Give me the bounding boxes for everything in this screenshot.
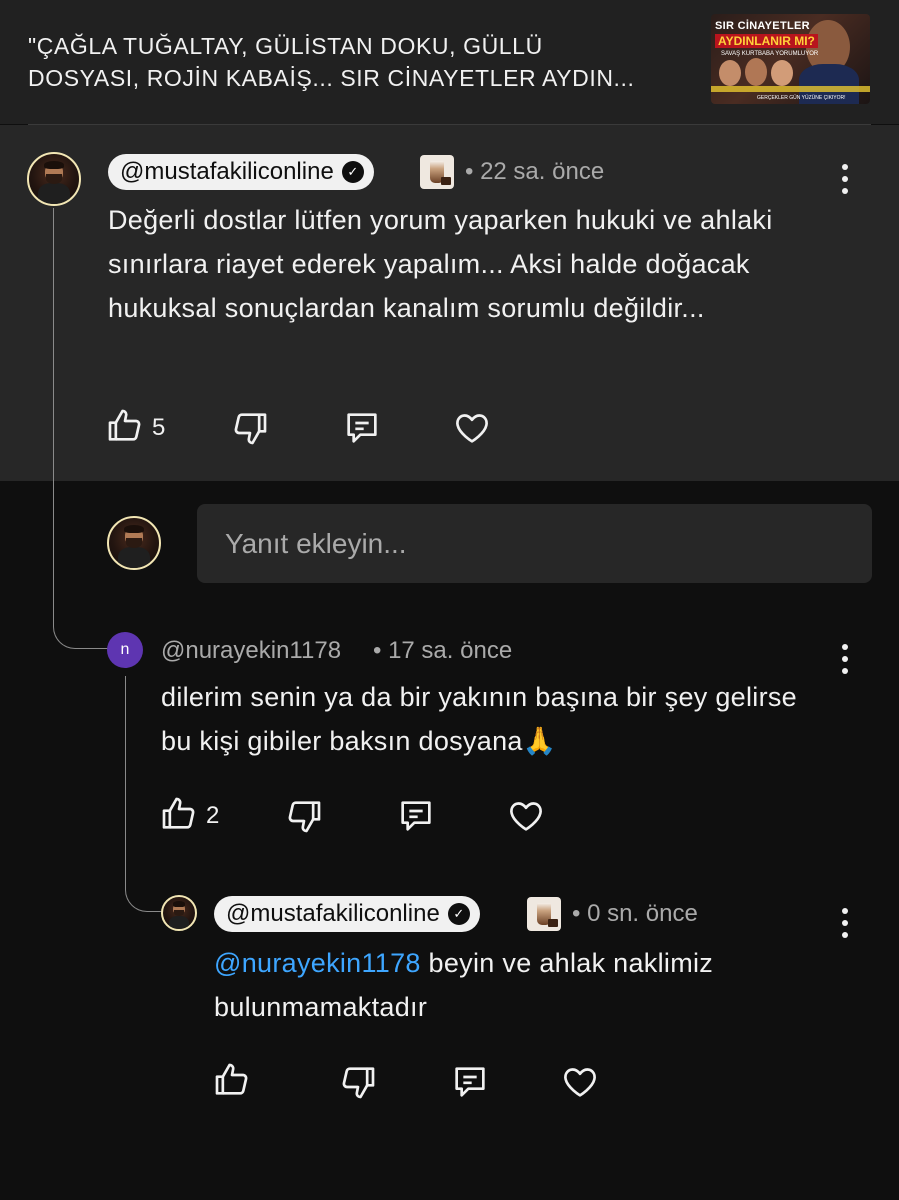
comment-time: • 17 sa. önce — [373, 637, 513, 664]
verified-icon: ✓ — [447, 903, 470, 925]
current-user-avatar — [107, 516, 161, 570]
comment-time: • 0 sn. önce — [572, 900, 698, 927]
praying-hands-emoji: 🙏 — [522, 726, 557, 757]
thumbnail-title-1: SIR CİNAYETLER — [715, 20, 810, 32]
comment-text: Değerli dostlar lütfen yorum yaparken hu… — [108, 205, 773, 323]
comment-text: @nurayekin1178 beyin ve ahlak naklimiz b… — [214, 941, 814, 1029]
more-options-icon[interactable] — [833, 641, 857, 677]
comment-author: @mustafakiliconline — [226, 900, 440, 927]
comment-text: dilerim senin ya da bir yakının başına b… — [161, 675, 811, 764]
comment-body: dilerim senin ya da bir yakının başına b… — [161, 682, 797, 756]
reply-icon[interactable] — [342, 408, 382, 448]
heart-icon[interactable] — [506, 796, 546, 836]
member-badge-icon — [420, 155, 454, 189]
more-options-icon[interactable] — [833, 905, 857, 941]
dislike-icon[interactable] — [230, 408, 270, 448]
verified-icon: ✓ — [341, 161, 364, 183]
like-icon[interactable] — [105, 406, 145, 446]
thread-line — [53, 208, 109, 649]
video-thumbnail[interactable]: SIR CİNAYETLER AYDINLANIR MI? SAVAŞ KURT… — [711, 14, 870, 104]
thread-line — [125, 676, 162, 912]
thumbnail-subtitle: SAVAŞ KURTBABA YORUMLUYOR — [721, 51, 819, 57]
avatar[interactable] — [161, 895, 197, 931]
like-icon[interactable] — [212, 1060, 252, 1100]
reply-icon[interactable] — [396, 796, 436, 836]
thumbnail-title-2: AYDINLANIR MI? — [715, 34, 818, 48]
like-count: 5 — [152, 414, 166, 441]
member-badge-icon — [527, 897, 561, 931]
like-icon[interactable] — [159, 794, 199, 834]
reply-input[interactable] — [197, 504, 872, 583]
comment-time: • 22 sa. önce — [465, 158, 605, 185]
channel-handle-badge[interactable]: @mustafakiliconline ✓ — [214, 896, 480, 932]
like-count: 2 — [206, 802, 220, 829]
dislike-icon[interactable] — [284, 796, 324, 836]
heart-icon[interactable] — [452, 408, 492, 448]
heart-icon[interactable] — [560, 1062, 600, 1102]
thumbnail-tape — [711, 86, 870, 92]
dislike-icon[interactable] — [338, 1062, 378, 1102]
avatar[interactable] — [27, 152, 81, 206]
avatar[interactable]: n — [107, 632, 143, 668]
reply-box[interactable] — [197, 504, 872, 583]
video-title[interactable]: "ÇAĞLA TUĞALTAY, GÜLİSTAN DOKU, GÜLLÜ DO… — [28, 30, 698, 94]
video-header[interactable]: "ÇAĞLA TUĞALTAY, GÜLİSTAN DOKU, GÜLLÜ DO… — [0, 0, 899, 124]
comment-author[interactable]: @nurayekin1178 — [161, 637, 341, 665]
reply-icon[interactable] — [450, 1062, 490, 1102]
more-options-icon[interactable] — [833, 161, 857, 197]
channel-handle-badge[interactable]: @mustafakiliconline ✓ — [108, 154, 374, 190]
comment-author: @mustafakiliconline — [120, 158, 334, 185]
mention-link[interactable]: @nurayekin1178 — [214, 948, 421, 978]
thumbnail-footer: GERÇEKLER GÜN YÜZÜNE ÇIKIYOR! — [757, 95, 846, 101]
